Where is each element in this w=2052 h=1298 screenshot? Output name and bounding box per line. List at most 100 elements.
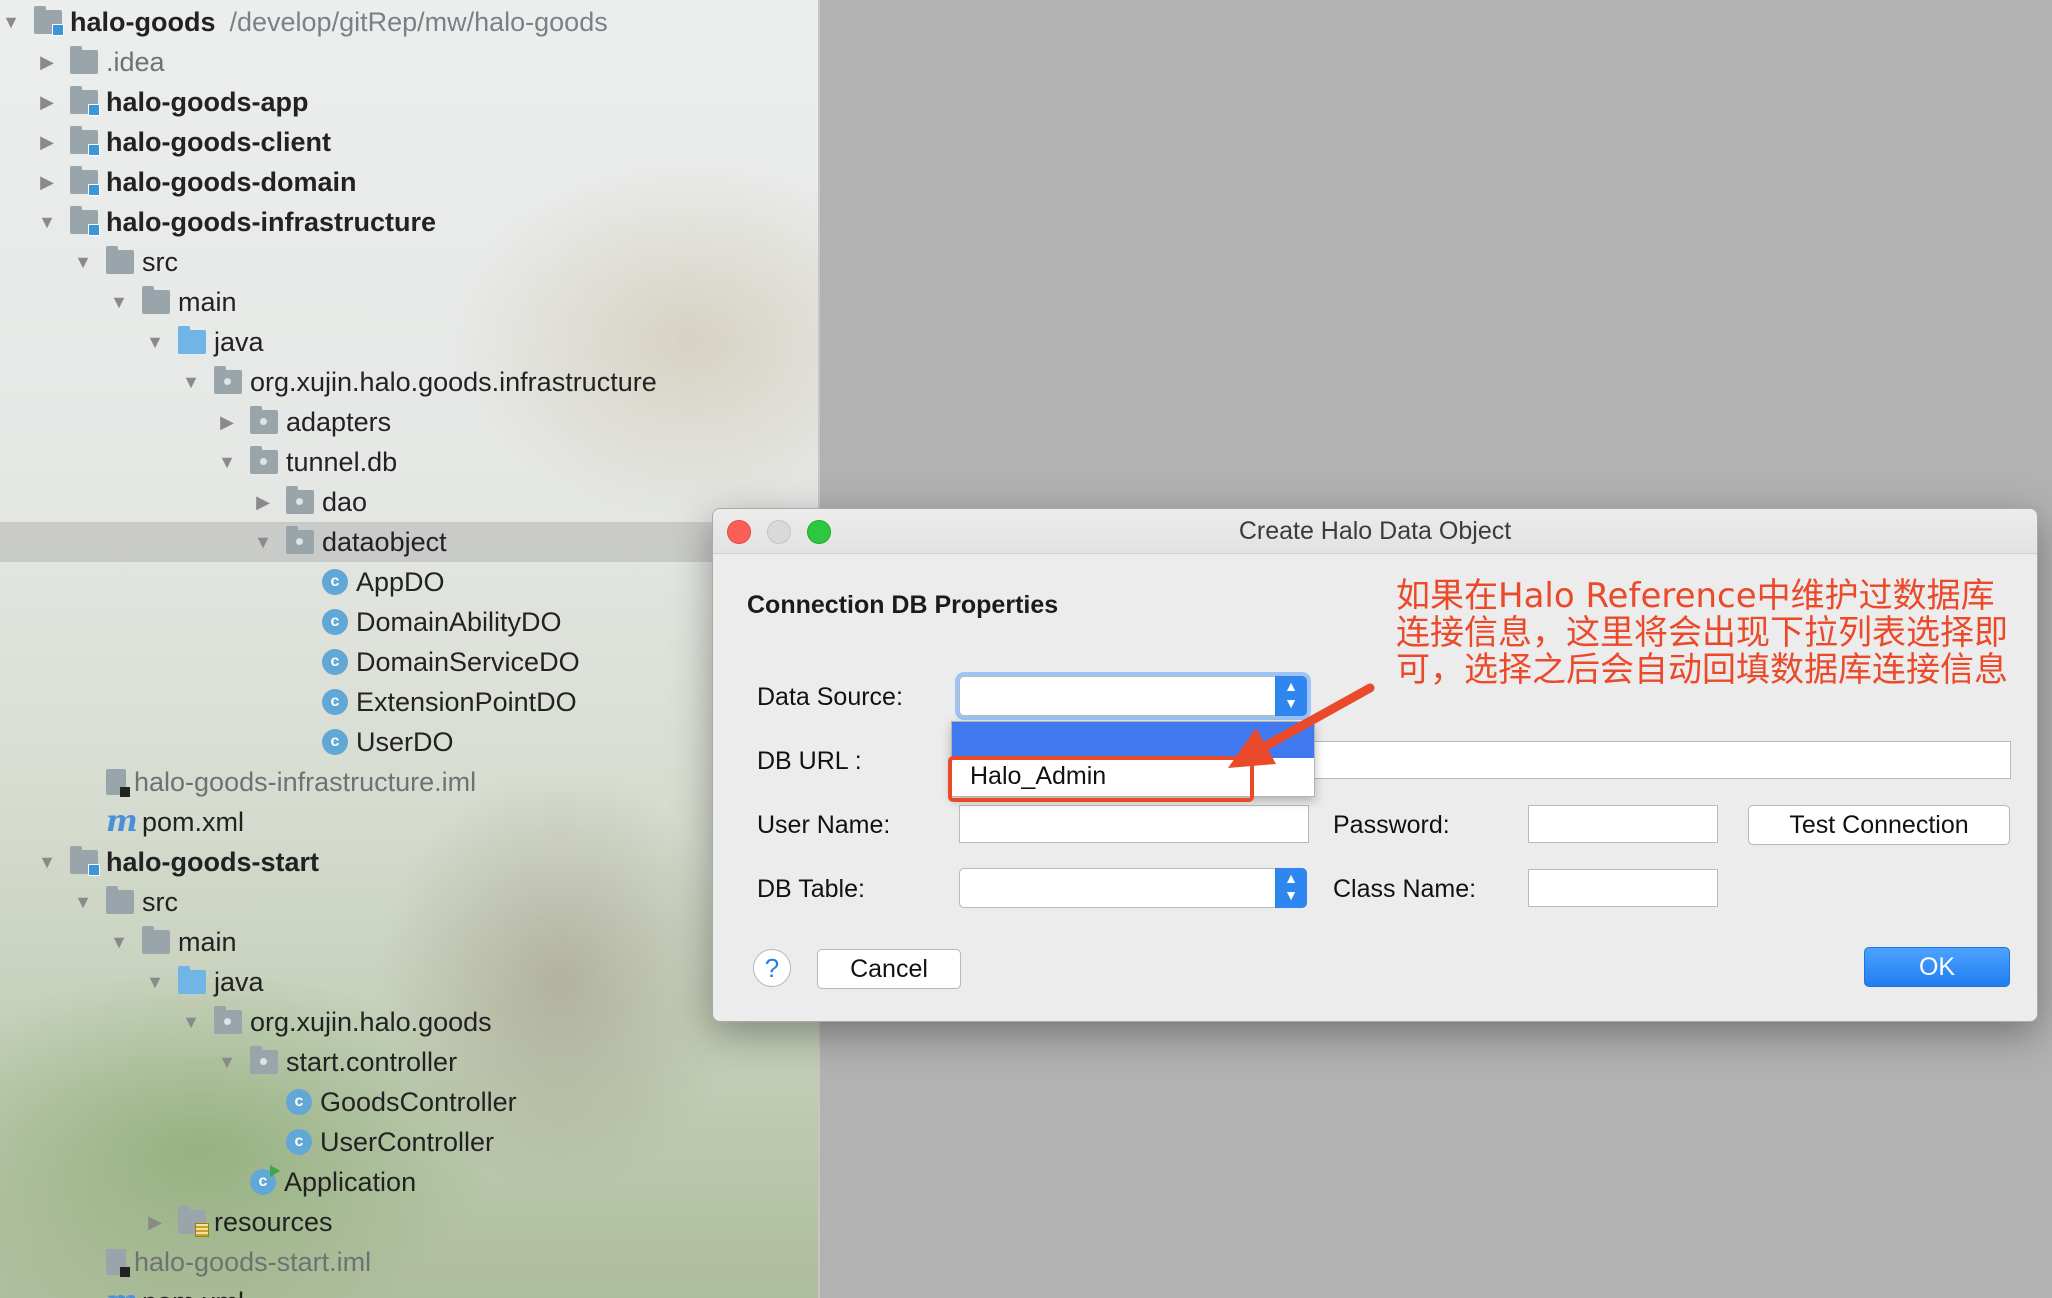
chevron-right-icon[interactable]: ▶ bbox=[216, 412, 238, 433]
tree-row-extensionpointdo[interactable]: c ExtensionPointDO bbox=[0, 682, 818, 722]
chevron-down-icon[interactable]: ▼ bbox=[180, 1012, 202, 1033]
dialog-titlebar[interactable]: Create Halo Data Object bbox=[713, 509, 2037, 554]
module-folder-icon bbox=[70, 846, 100, 876]
tree-row-root[interactable]: ▼ halo-goods /develop/gitRep/mw/halo-goo… bbox=[0, 2, 818, 42]
tree-row-domainabilitydo[interactable]: c DomainAbilityDO bbox=[0, 602, 818, 642]
help-button[interactable]: ? bbox=[753, 949, 791, 987]
db-table-select[interactable]: ▲ ▼ bbox=[959, 868, 1307, 908]
tree-row-start-main[interactable]: ▼ main bbox=[0, 922, 818, 962]
tree-item-label: halo-goods-start bbox=[106, 846, 319, 877]
db-table-label: DB Table: bbox=[757, 875, 865, 903]
class-icon: c bbox=[322, 729, 348, 755]
tree-item-label: halo-goods-infrastructure.iml bbox=[134, 766, 477, 797]
tree-row-start-pom[interactable]: m pom.xml bbox=[0, 1282, 818, 1298]
chevron-right-icon[interactable]: ▶ bbox=[36, 52, 58, 73]
tree-row-goodscontroller[interactable]: c GoodsController bbox=[0, 1082, 818, 1122]
tree-row-client[interactable]: ▶ halo-goods-client bbox=[0, 122, 818, 162]
package-icon bbox=[214, 1006, 242, 1034]
tree-row-start-controller[interactable]: ▼ start.controller bbox=[0, 1042, 818, 1082]
tree-row-usercontroller[interactable]: c UserController bbox=[0, 1122, 818, 1162]
chevron-right-icon[interactable]: ▶ bbox=[36, 132, 58, 153]
package-icon bbox=[250, 446, 278, 474]
tree-item-label: DomainAbilityDO bbox=[356, 606, 562, 637]
tree-row-dataobject[interactable]: ▼ dataobject bbox=[0, 522, 818, 562]
tree-item-label: halo-goods bbox=[70, 6, 216, 37]
chevron-down-icon[interactable]: ▼ bbox=[108, 292, 130, 313]
class-icon: c bbox=[322, 689, 348, 715]
tree-item-label: start.controller bbox=[286, 1046, 458, 1077]
data-source-label: Data Source: bbox=[757, 683, 903, 711]
chevron-down-icon[interactable]: ▼ bbox=[36, 852, 58, 873]
tree-item-label: halo-goods-domain bbox=[106, 166, 357, 197]
chevron-down-icon[interactable]: ▼ bbox=[0, 12, 22, 33]
maven-icon: m bbox=[106, 1287, 138, 1298]
tree-row-resources[interactable]: ▶ resources bbox=[0, 1202, 818, 1242]
user-name-input[interactable] bbox=[959, 805, 1309, 843]
tree-item-label: UserController bbox=[320, 1126, 495, 1157]
password-input[interactable] bbox=[1528, 805, 1718, 843]
tree-row-domain[interactable]: ▶ halo-goods-domain bbox=[0, 162, 818, 202]
folder-icon bbox=[142, 926, 170, 954]
tree-row-userdo[interactable]: c UserDO bbox=[0, 722, 818, 762]
tree-row-java[interactable]: ▼ java bbox=[0, 322, 818, 362]
tree-row-infra-pom[interactable]: m pom.xml bbox=[0, 802, 818, 842]
tree-row-package[interactable]: ▼ org.xujin.halo.goods.infrastructure bbox=[0, 362, 818, 402]
chevron-right-icon[interactable]: ▶ bbox=[36, 172, 58, 193]
package-icon bbox=[286, 486, 314, 514]
chevron-right-icon[interactable]: ▶ bbox=[144, 1212, 166, 1233]
chevron-down-icon[interactable]: ▼ bbox=[144, 972, 166, 993]
tree-item-label: org.xujin.halo.goods bbox=[250, 1006, 492, 1037]
chevron-down-icon[interactable]: ▼ bbox=[144, 332, 166, 353]
tree-item-label: pom.xml bbox=[142, 1287, 244, 1298]
tree-row-start-package[interactable]: ▼ org.xujin.halo.goods bbox=[0, 1002, 818, 1042]
source-folder-icon bbox=[178, 326, 206, 354]
tree-row-domainservicedo[interactable]: c DomainServiceDO bbox=[0, 642, 818, 682]
tree-row-start[interactable]: ▼ halo-goods-start bbox=[0, 842, 818, 882]
select-stepper-icon[interactable]: ▲ ▼ bbox=[1275, 868, 1307, 908]
tree-row-tunnel-db[interactable]: ▼ tunnel.db bbox=[0, 442, 818, 482]
chevron-down-icon[interactable]: ▼ bbox=[72, 252, 94, 273]
tree-item-label: ExtensionPointDO bbox=[356, 686, 577, 717]
tree-row-appdo[interactable]: c AppDO bbox=[0, 562, 818, 602]
tree-item-label: resources bbox=[214, 1206, 333, 1237]
chevron-down-icon[interactable]: ▼ bbox=[216, 1052, 238, 1073]
class-icon: c bbox=[322, 569, 348, 595]
chevron-right-icon[interactable]: ▶ bbox=[36, 92, 58, 113]
class-name-input[interactable] bbox=[1528, 869, 1718, 907]
tree-row-start-java[interactable]: ▼ java bbox=[0, 962, 818, 1002]
data-source-select[interactable]: ▲ ▼ bbox=[959, 676, 1307, 716]
tree-item-label: tunnel.db bbox=[286, 446, 398, 477]
chevron-down-icon[interactable]: ▼ bbox=[36, 212, 58, 233]
chevron-down-icon[interactable]: ▼ bbox=[72, 892, 94, 913]
tree-row-infra-iml[interactable]: halo-goods-infrastructure.iml bbox=[0, 762, 818, 802]
class-icon: c bbox=[322, 609, 348, 635]
chevron-down-icon[interactable]: ▼ bbox=[108, 932, 130, 953]
tree-row-start-src[interactable]: ▼ src bbox=[0, 882, 818, 922]
folder-icon bbox=[106, 886, 134, 914]
select-stepper-icon[interactable]: ▲ ▼ bbox=[1275, 676, 1307, 716]
chevron-down-icon[interactable]: ▼ bbox=[180, 372, 202, 393]
tree-row-src[interactable]: ▼ src bbox=[0, 242, 818, 282]
ok-button[interactable]: OK bbox=[1864, 947, 2010, 987]
tree-item-label: org.xujin.halo.goods.infrastructure bbox=[250, 366, 657, 397]
tree-row-application[interactable]: c Application bbox=[0, 1162, 818, 1202]
tree-row-infrastructure[interactable]: ▼ halo-goods-infrastructure bbox=[0, 202, 818, 242]
tree-row-main[interactable]: ▼ main bbox=[0, 282, 818, 322]
cancel-button[interactable]: Cancel bbox=[817, 949, 961, 989]
test-connection-button[interactable]: Test Connection bbox=[1748, 805, 2010, 845]
db-url-input[interactable] bbox=[1311, 741, 2011, 779]
tree-row-idea[interactable]: ▶ .idea bbox=[0, 42, 818, 82]
tree-item-label: .idea bbox=[106, 46, 165, 77]
chevron-right-icon[interactable]: ▶ bbox=[252, 492, 274, 513]
dropdown-option-empty[interactable] bbox=[952, 722, 1314, 758]
package-icon bbox=[286, 526, 314, 554]
chevron-down-icon[interactable]: ▼ bbox=[252, 532, 274, 553]
package-icon bbox=[214, 366, 242, 394]
tree-row-app[interactable]: ▶ halo-goods-app bbox=[0, 82, 818, 122]
package-icon bbox=[250, 406, 278, 434]
tree-row-dao[interactable]: ▶ dao bbox=[0, 482, 818, 522]
chevron-down-icon[interactable]: ▼ bbox=[216, 452, 238, 473]
module-folder-icon bbox=[70, 166, 100, 196]
tree-row-start-iml[interactable]: halo-goods-start.iml bbox=[0, 1242, 818, 1282]
tree-row-adapters[interactable]: ▶ adapters bbox=[0, 402, 818, 442]
